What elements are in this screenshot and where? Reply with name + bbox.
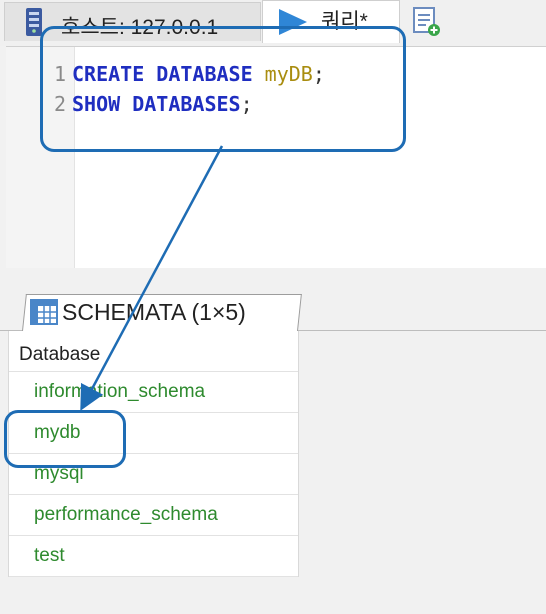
empty-grid-area — [0, 580, 546, 614]
server-icon — [26, 8, 42, 36]
sql-identifier: myDB — [264, 62, 313, 86]
table-row[interactable]: mydb — [9, 413, 298, 454]
sql-keyword: CREATE — [72, 62, 145, 86]
column-header-database[interactable]: Database — [9, 331, 298, 372]
tab-query-label: 쿼리* — [321, 10, 368, 33]
heidisql-window: 호스트: 127.0.0.1 쿼리* 1 CREATE DATABASE myDB… — [0, 0, 546, 614]
new-query-icon[interactable] — [412, 6, 442, 38]
sql-punctuation: ; — [240, 92, 253, 116]
result-tab-label: SCHEMATA (1×5) — [62, 298, 246, 325]
tab-host[interactable]: 호스트: 127.0.0.1 — [4, 2, 261, 41]
table-row[interactable]: test — [9, 536, 298, 577]
editor-line-1: 1 CREATE DATABASE myDB; — [6, 59, 546, 89]
sql-keyword: DATABASES — [132, 92, 241, 116]
line-number: 1 — [53, 62, 66, 86]
line-number: 2 — [53, 92, 66, 116]
grid-icon — [30, 299, 58, 325]
table-row[interactable]: performance_schema — [9, 495, 298, 536]
sql-keyword: SHOW — [72, 92, 121, 116]
editor-line-2: 2 SHOW DATABASES; — [6, 89, 546, 119]
result-grid[interactable]: Database information_schema mydb mysql p… — [8, 331, 299, 577]
tab-query[interactable]: 쿼리* — [262, 0, 400, 43]
tab-bar: 호스트: 127.0.0.1 쿼리* — [0, 0, 546, 46]
sql-punctuation: ; — [312, 62, 325, 86]
tab-host-label: 호스트: 127.0.0.1 — [61, 16, 219, 39]
table-row[interactable]: information_schema — [9, 372, 298, 413]
sql-keyword: DATABASE — [156, 62, 253, 86]
result-tab-content[interactable]: SCHEMATA (1×5) — [30, 294, 246, 330]
sql-editor[interactable]: 1 CREATE DATABASE myDB; 2 SHOW DATABASES; — [6, 46, 546, 270]
table-row[interactable]: mysql — [9, 454, 298, 495]
play-icon[interactable] — [275, 7, 309, 37]
